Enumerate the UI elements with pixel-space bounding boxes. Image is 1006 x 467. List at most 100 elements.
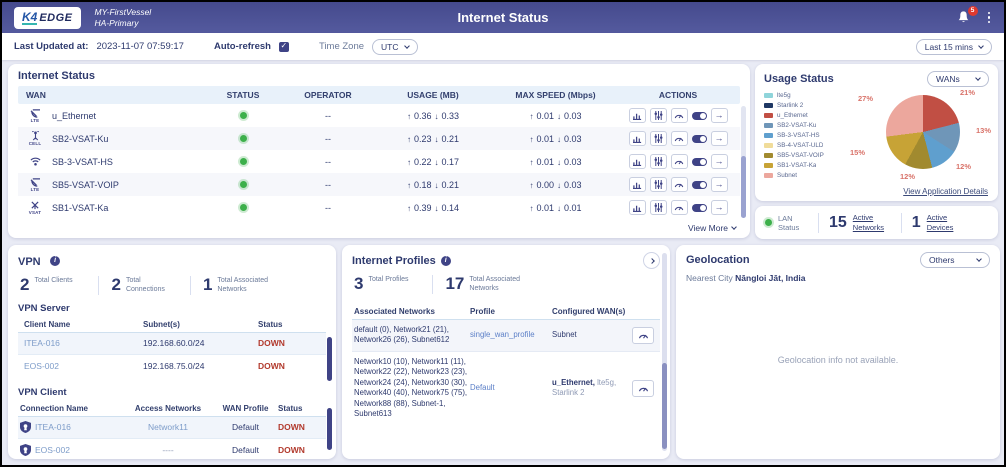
profiles-stats: 3Total Profiles 17Total Associated Netwo…: [352, 275, 660, 294]
time-zone-select[interactable]: UTC: [372, 39, 417, 55]
access-networks[interactable]: Network11: [123, 422, 213, 432]
more-menu-button[interactable]: [986, 10, 993, 26]
col-operator: OPERATOR: [283, 90, 373, 100]
chart-button[interactable]: [629, 200, 646, 215]
wan-toggle[interactable]: [692, 181, 707, 189]
wan-toggle[interactable]: [692, 135, 707, 143]
status-dot: [240, 204, 247, 211]
chart-button[interactable]: [629, 131, 646, 146]
time-range-select[interactable]: Last 15 mins: [916, 39, 992, 55]
app-window: K4 EDGE MY-FirstVessel HA-Primary Intern…: [0, 0, 1006, 467]
details-button[interactable]: →: [711, 154, 728, 169]
sliders-icon: [654, 203, 663, 212]
wan-toggle[interactable]: [692, 112, 707, 120]
details-button[interactable]: →: [711, 177, 728, 192]
gauge-icon: [674, 134, 684, 143]
gauge-icon: [638, 331, 649, 340]
settings-button[interactable]: [650, 200, 667, 215]
legend-label: SB5-VSAT-VOIP: [777, 152, 824, 159]
wan-name[interactable]: SB-3-VSAT-HS: [52, 157, 113, 167]
slice-label: 21%: [960, 88, 975, 97]
header-actions: 5: [956, 10, 993, 26]
usage-filter-select[interactable]: WANs: [927, 71, 989, 87]
client-name[interactable]: ITEA-016: [18, 338, 143, 348]
vpn-client-title: VPN Client: [18, 387, 326, 398]
wan-name[interactable]: SB1-VSAT-Ka: [52, 203, 108, 213]
scrollbar-thumb[interactable]: [327, 408, 332, 450]
table-row: LTE u_Ethernet -- 0.360.33 0.010.03 →: [18, 104, 740, 127]
gauge-icon: [674, 157, 684, 166]
wan-name[interactable]: u_Ethernet: [52, 111, 96, 121]
chart-button[interactable]: [629, 154, 646, 169]
vpn-card: VPN i 2Total Clients 2Total Connections …: [8, 245, 336, 459]
upload-arrow-icon: [407, 157, 411, 167]
sliders-icon: [654, 111, 663, 120]
operator-value: --: [283, 157, 373, 167]
speed-test-button[interactable]: [632, 380, 654, 397]
brand-logo[interactable]: K4 EDGE: [14, 7, 81, 29]
logo-edge-text: EDGE: [39, 12, 72, 24]
client-name[interactable]: EOS-002: [18, 361, 143, 371]
auto-refresh-label: Auto-refresh: [214, 41, 271, 52]
details-button[interactable]: →: [711, 131, 728, 146]
stat-label: Total Profiles: [368, 275, 420, 285]
details-button[interactable]: →: [711, 200, 728, 215]
col-usage: USAGE (MB): [373, 90, 493, 100]
slice-label: 12%: [900, 172, 915, 181]
details-button[interactable]: →: [711, 108, 728, 123]
settings-button[interactable]: [650, 154, 667, 169]
speed-test-button[interactable]: [671, 200, 688, 215]
active-devices-link[interactable]: Active Devices: [927, 213, 965, 232]
arrow-right-icon: →: [715, 134, 724, 143]
scrollbar-thumb[interactable]: [662, 363, 667, 449]
operator-value: --: [283, 180, 373, 190]
logo-k4-text: K4: [22, 11, 37, 25]
settings-button[interactable]: [650, 131, 667, 146]
info-icon[interactable]: i: [50, 256, 60, 266]
pie-graphic[interactable]: [886, 95, 960, 169]
speed-test-button[interactable]: [671, 177, 688, 192]
profile-row: default (0), Network21 (21), Network26 (…: [352, 320, 660, 352]
speed-test-button[interactable]: [671, 154, 688, 169]
speed-test-button[interactable]: [632, 327, 654, 344]
col-max-speed: MAX SPEED (Mbps): [493, 90, 618, 100]
wifi-icon: [26, 157, 44, 166]
wan-name[interactable]: SB2-VSAT-Ku: [52, 134, 108, 144]
expand-profiles-button[interactable]: [643, 252, 660, 269]
gauge-icon: [674, 203, 684, 212]
arrow-right-icon: →: [715, 203, 724, 212]
view-more-button[interactable]: View More: [688, 223, 736, 233]
vpn-title: VPN: [18, 256, 41, 268]
download-arrow-icon: [557, 134, 561, 144]
scrollbar-thumb[interactable]: [741, 156, 746, 218]
wan-toggle[interactable]: [692, 158, 707, 166]
settings-button[interactable]: [650, 177, 667, 192]
active-networks-link[interactable]: Active Networks: [853, 213, 891, 232]
speed-test-button[interactable]: [671, 108, 688, 123]
view-application-details-link[interactable]: View Application Details: [903, 187, 988, 196]
legend-swatch: [764, 93, 773, 98]
connection-name[interactable]: EOS-002: [35, 445, 70, 455]
chart-button[interactable]: [629, 108, 646, 123]
upload-arrow-icon: [407, 180, 411, 190]
chart-icon: [633, 134, 642, 143]
profile-name[interactable]: Default: [470, 383, 552, 394]
notification-badge: 5: [968, 6, 978, 16]
settings-button[interactable]: [650, 108, 667, 123]
connection-name[interactable]: ITEA-016: [35, 422, 71, 432]
vpn-shield-icon: [20, 421, 31, 433]
profile-name[interactable]: single_wan_profile: [470, 330, 552, 341]
scrollbar-thumb[interactable]: [327, 337, 332, 381]
status-value: DOWN: [278, 422, 323, 432]
wan-toggle[interactable]: [692, 204, 707, 212]
notifications-button[interactable]: 5: [956, 10, 972, 26]
geolocation-filter-select[interactable]: Others: [920, 252, 990, 268]
chart-button[interactable]: [629, 177, 646, 192]
geolocation-filter-value: Others: [929, 255, 955, 265]
speed-test-button[interactable]: [671, 131, 688, 146]
profile-row: Network10 (10), Network11 (11), Network2…: [352, 352, 660, 425]
status-value: DOWN: [258, 338, 313, 348]
info-icon[interactable]: i: [441, 256, 451, 266]
auto-refresh-checkbox[interactable]: [279, 42, 289, 52]
wan-name[interactable]: SB5-VSAT-VOIP: [52, 180, 119, 190]
